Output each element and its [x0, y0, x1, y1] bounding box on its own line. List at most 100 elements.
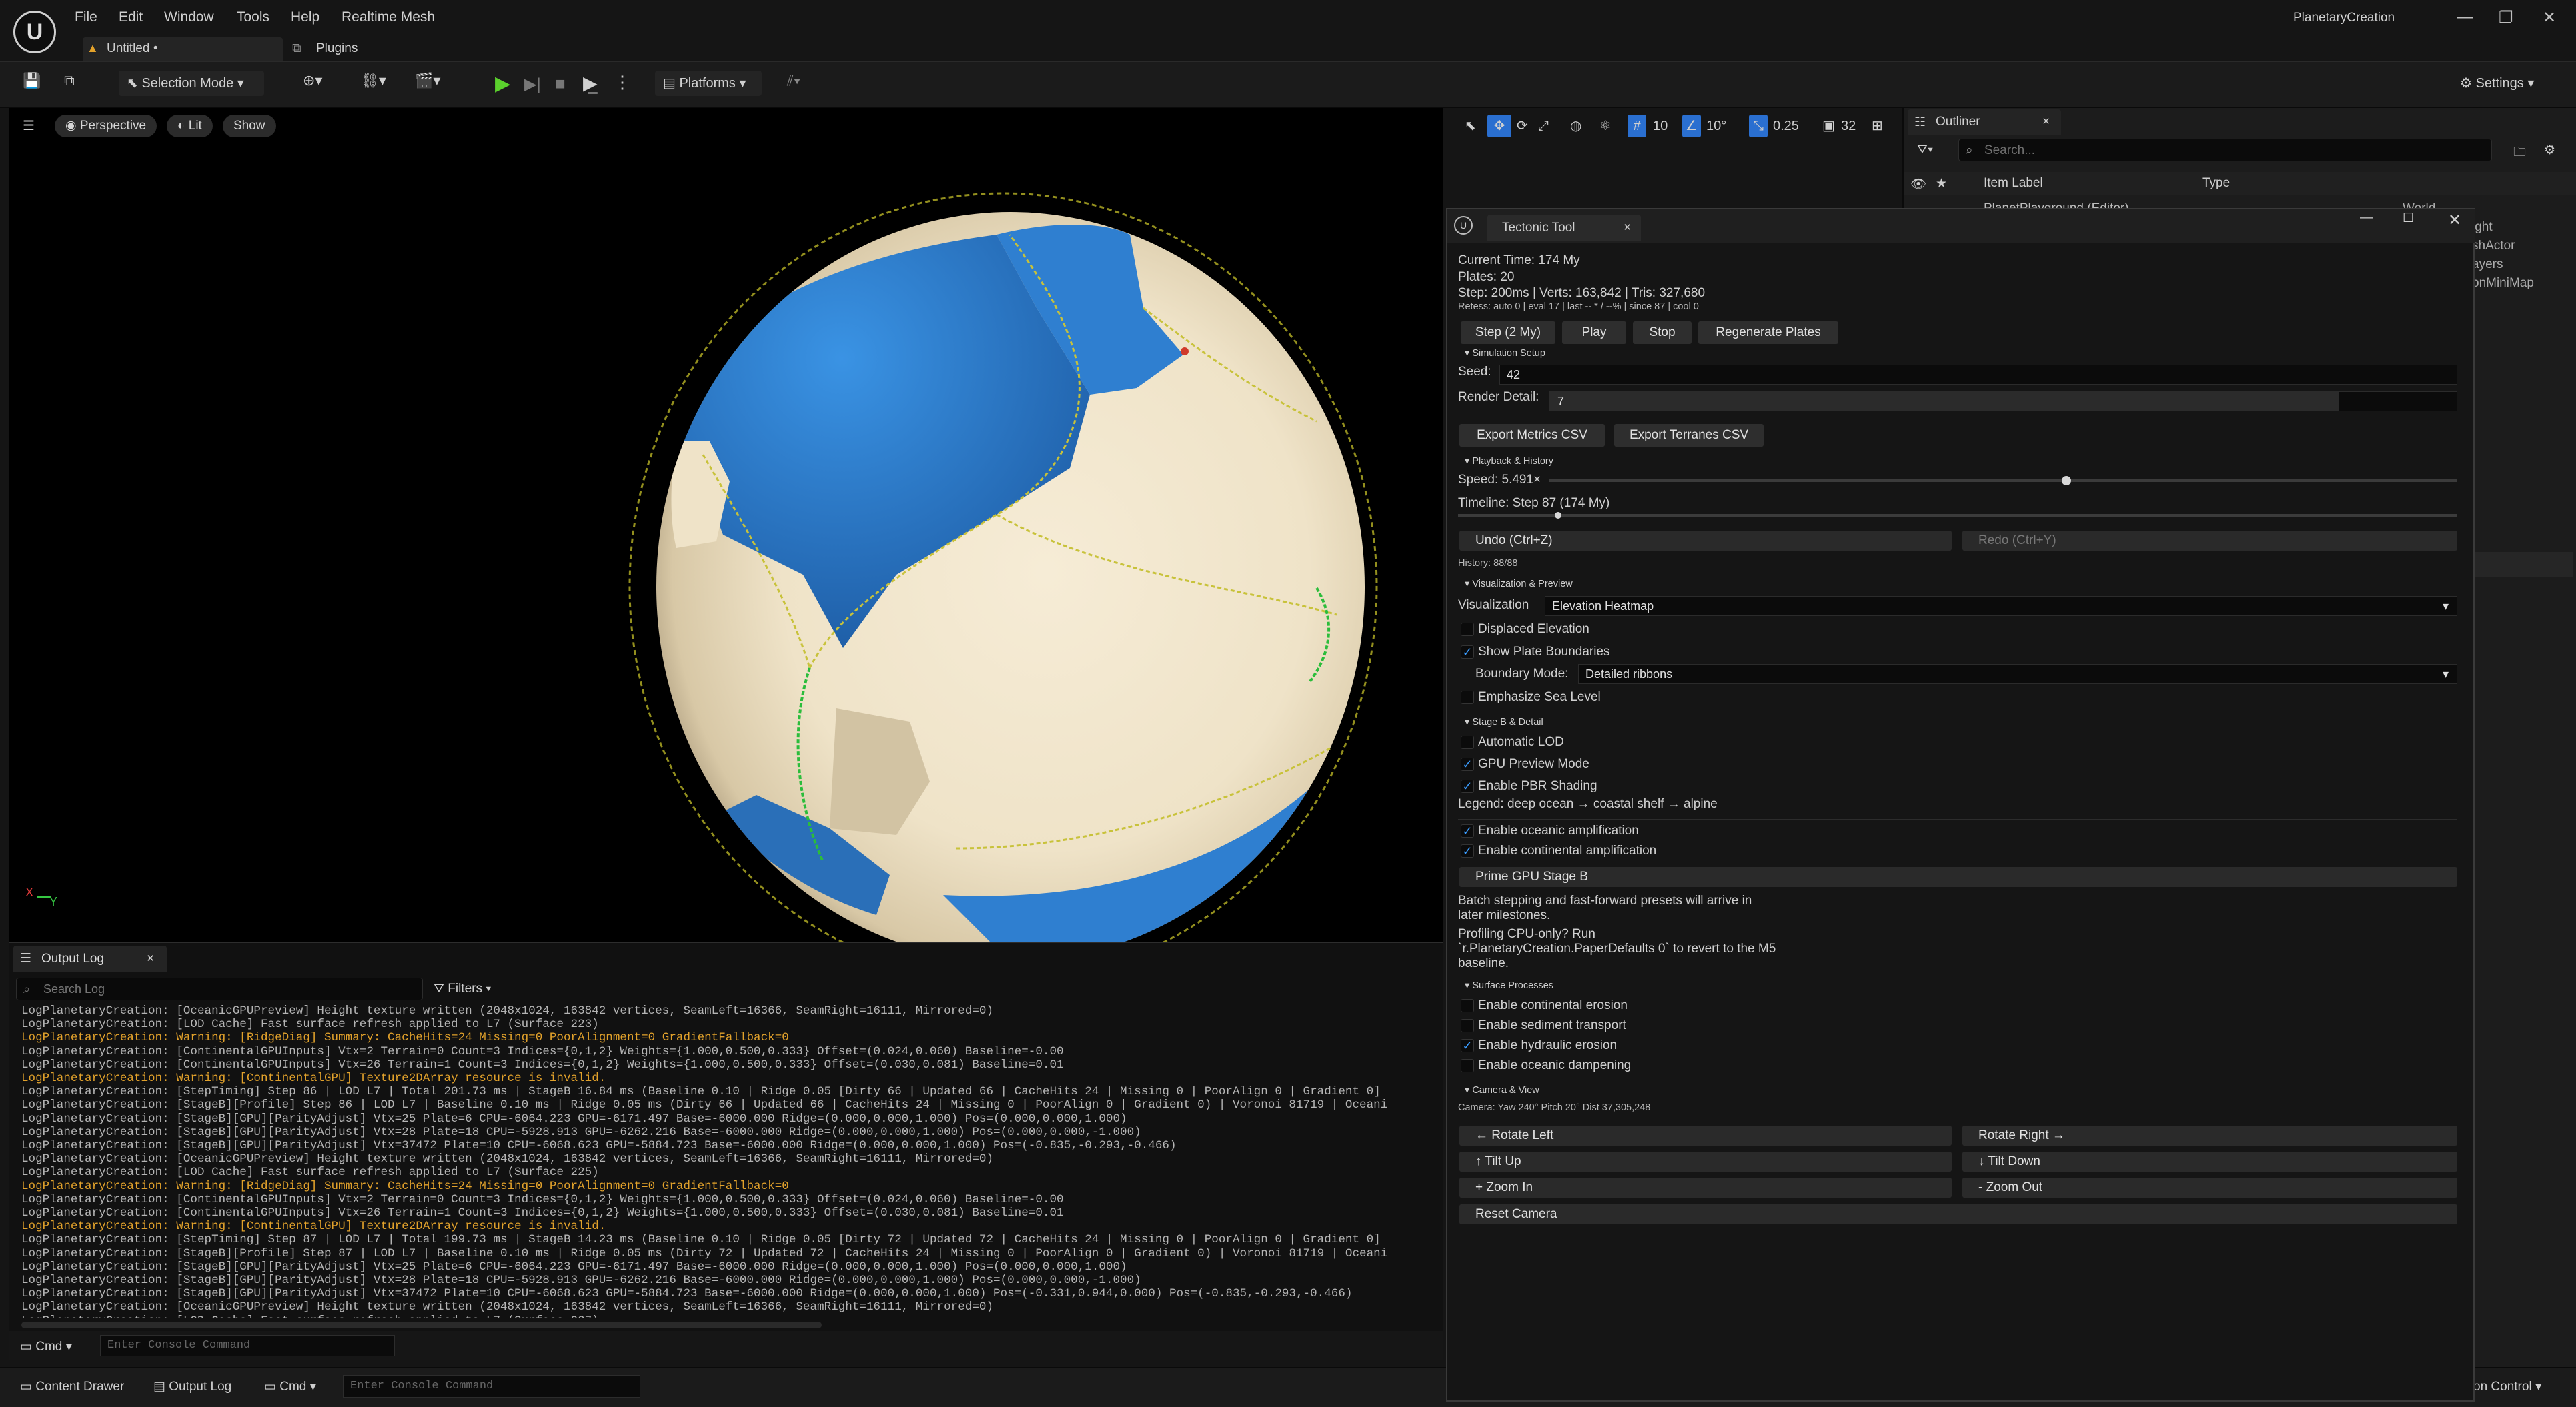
tilt-up-button[interactable]: ↑ Tilt Up — [1459, 1152, 1952, 1172]
render-detail-slider[interactable]: 7 — [1549, 391, 2457, 411]
content-drawer-button[interactable]: ▭ Content Drawer — [20, 1379, 124, 1394]
timeline-slider-knob[interactable] — [1554, 512, 1561, 519]
stop-icon[interactable]: ■ — [555, 73, 566, 94]
viewport-layout-icon[interactable]: ⊞ — [1872, 115, 1883, 137]
undo-button[interactable]: Undo (Ctrl+Z) — [1459, 531, 1952, 551]
menu-file[interactable]: File — [75, 9, 97, 25]
step-icon[interactable]: ▶| — [524, 75, 541, 94]
outliner-side-item[interactable]: shActor — [2472, 239, 2515, 253]
displaced-elevation-checkbox[interactable] — [1461, 623, 1474, 636]
outliner-side-item[interactable]: ight — [2472, 220, 2493, 235]
section-camera-view[interactable]: ▾ Camera & View — [1465, 1085, 1539, 1096]
menu-window[interactable]: Window — [164, 9, 214, 25]
maximize-icon[interactable]: ☐ — [2403, 211, 2414, 226]
gear-icon[interactable]: ⚙ — [2544, 143, 2555, 158]
column-type[interactable]: Type — [2202, 176, 2230, 191]
rotate-left-button[interactable]: ← Rotate Left — [1459, 1126, 1952, 1146]
grid-size-value[interactable]: 10 — [1653, 115, 1668, 137]
cmd-dropdown[interactable]: ▭ Cmd ▾ — [264, 1379, 316, 1394]
angle-snap-icon[interactable]: ∠ — [1682, 115, 1701, 137]
more-options-icon[interactable]: ⋮ — [614, 72, 631, 93]
seed-input[interactable]: 42 — [1499, 365, 2457, 385]
maximize-icon[interactable]: ❐ — [2499, 8, 2513, 27]
visualization-dropdown[interactable]: Elevation Heatmap ▾ — [1545, 596, 2457, 616]
speed-slider[interactable] — [1549, 479, 2457, 482]
scale-snap-icon[interactable]: ⤡ — [1749, 115, 1768, 137]
oceanic-dampening-checkbox[interactable] — [1461, 1059, 1474, 1072]
platforms-dropdown[interactable]: ▤ Platforms ▾ — [655, 71, 762, 96]
modeling-icon[interactable]: ⫽▾ — [787, 72, 801, 89]
redo-button[interactable]: Redo (Ctrl+Y) — [1962, 531, 2457, 551]
add-actor-icon[interactable]: ⊕▾ — [303, 72, 322, 89]
timeline-slider[interactable] — [1458, 514, 2457, 517]
close-icon[interactable]: × — [2042, 115, 2050, 129]
play-icon[interactable]: ▶ — [495, 72, 510, 95]
log-filters-dropdown[interactable]: ⛛ Filters ▾ — [434, 982, 491, 996]
outliner-side-item[interactable]: onMiniMap — [2472, 276, 2534, 291]
close-icon[interactable]: ✕ — [2448, 211, 2461, 230]
continental-amplification-checkbox[interactable]: ✓ — [1461, 844, 1474, 858]
surface-snap-icon[interactable]: ⚛ — [1599, 115, 1612, 137]
output-log-button[interactable]: ▤ Output Log — [153, 1379, 231, 1394]
section-surface-processes[interactable]: ▾ Surface Processes — [1465, 980, 1553, 991]
content-browser-icon[interactable]: ⧉ — [64, 72, 75, 89]
close-icon[interactable]: × — [1624, 221, 1631, 235]
reset-camera-button[interactable]: Reset Camera — [1459, 1204, 2457, 1224]
plugins-tab[interactable]: Plugins — [316, 41, 358, 56]
camera-speed-value[interactable]: 32 — [1841, 115, 1856, 137]
show-plate-boundaries-checkbox[interactable]: ✓ — [1461, 645, 1474, 659]
hydraulic-erosion-checkbox[interactable]: ✓ — [1461, 1039, 1474, 1052]
show-button[interactable]: Show — [223, 115, 276, 137]
zoom-out-button[interactable]: - Zoom Out — [1962, 1178, 2457, 1198]
close-icon[interactable]: ✕ — [2543, 8, 2556, 27]
minimize-icon[interactable]: — — [2457, 8, 2473, 27]
level-viewport[interactable]: X Y — [9, 108, 1443, 942]
save-icon[interactable]: 💾 — [23, 72, 41, 89]
add-folder-icon[interactable]: 🗀 — [2513, 143, 2526, 164]
prime-gpu-stage-b-button[interactable]: Prime GPU Stage B — [1459, 867, 2457, 887]
cinematics-icon[interactable]: 🎬▾ — [415, 72, 440, 89]
level-tab[interactable]: ▲ Untitled • — [83, 37, 283, 61]
column-item-label[interactable]: Item Label — [1984, 176, 2043, 191]
tilt-down-button[interactable]: ↓ Tilt Down — [1962, 1152, 2457, 1172]
regenerate-plates-button[interactable]: Regenerate Plates — [1698, 321, 1838, 344]
status-console-input[interactable]: Enter Console Command — [343, 1375, 640, 1398]
emphasize-sea-level-checkbox[interactable] — [1461, 691, 1474, 704]
menu-realtime-mesh[interactable]: Realtime Mesh — [342, 9, 435, 25]
scale-snap-value[interactable]: 0.25 — [1773, 115, 1799, 137]
menu-help[interactable]: Help — [291, 9, 319, 25]
perspective-button[interactable]: ◉ Perspective — [55, 115, 157, 137]
rotate-tool-icon[interactable]: ⟳ — [1517, 115, 1528, 137]
pbr-shading-checkbox[interactable]: ✓ — [1461, 780, 1474, 793]
settings-dropdown[interactable]: ⚙ Settings ▾ — [2452, 71, 2559, 96]
scale-tool-icon[interactable]: ⤢ — [1538, 115, 1549, 137]
world-space-icon[interactable]: ◍ — [1570, 115, 1581, 137]
translate-tool-icon[interactable]: ✥ — [1487, 115, 1511, 137]
zoom-in-button[interactable]: + Zoom In — [1459, 1178, 1952, 1198]
section-playback-history[interactable]: ▾ Playback & History — [1465, 456, 1553, 467]
lit-button[interactable]: ◐ Lit — [167, 115, 213, 137]
output-log-tab[interactable]: ☰ Output Log × — [13, 946, 167, 972]
close-icon[interactable]: × — [147, 946, 154, 972]
rotate-right-button[interactable]: Rotate Right → — [1962, 1126, 2457, 1146]
eject-icon[interactable]: ▶̲ — [583, 72, 598, 94]
viewport-menu-icon[interactable]: ☰ — [23, 115, 35, 137]
selection-mode-dropdown[interactable]: ⬉ Selection Mode ▾ — [119, 71, 264, 96]
select-tool-icon[interactable]: ⬉ — [1465, 115, 1476, 137]
console-input[interactable]: Enter Console Command — [100, 1335, 395, 1356]
section-visualization[interactable]: ▾ Visualization & Preview — [1465, 579, 1573, 589]
visibility-icon[interactable]: 👁 — [1910, 176, 1926, 192]
stop-button[interactable]: Stop — [1633, 321, 1692, 344]
camera-speed-icon[interactable]: ▣ — [1822, 115, 1835, 137]
menu-edit[interactable]: Edit — [119, 9, 143, 25]
boundary-mode-dropdown[interactable]: Detailed ribbons ▾ — [1578, 664, 2457, 684]
continental-erosion-checkbox[interactable] — [1461, 999, 1474, 1012]
export-metrics-button[interactable]: Export Metrics CSV — [1459, 424, 1605, 447]
angle-snap-value[interactable]: 10° — [1706, 115, 1726, 137]
sediment-transport-checkbox[interactable] — [1461, 1019, 1474, 1032]
automatic-lod-checkbox[interactable] — [1461, 736, 1474, 749]
section-stage-b[interactable]: ▾ Stage B & Detail — [1465, 717, 1543, 728]
filter-icon[interactable]: ⛛▾ — [1917, 143, 1933, 157]
section-simulation-setup[interactable]: ▾ Simulation Setup — [1465, 348, 1545, 359]
outliner-selected-row[interactable] — [2473, 552, 2573, 577]
